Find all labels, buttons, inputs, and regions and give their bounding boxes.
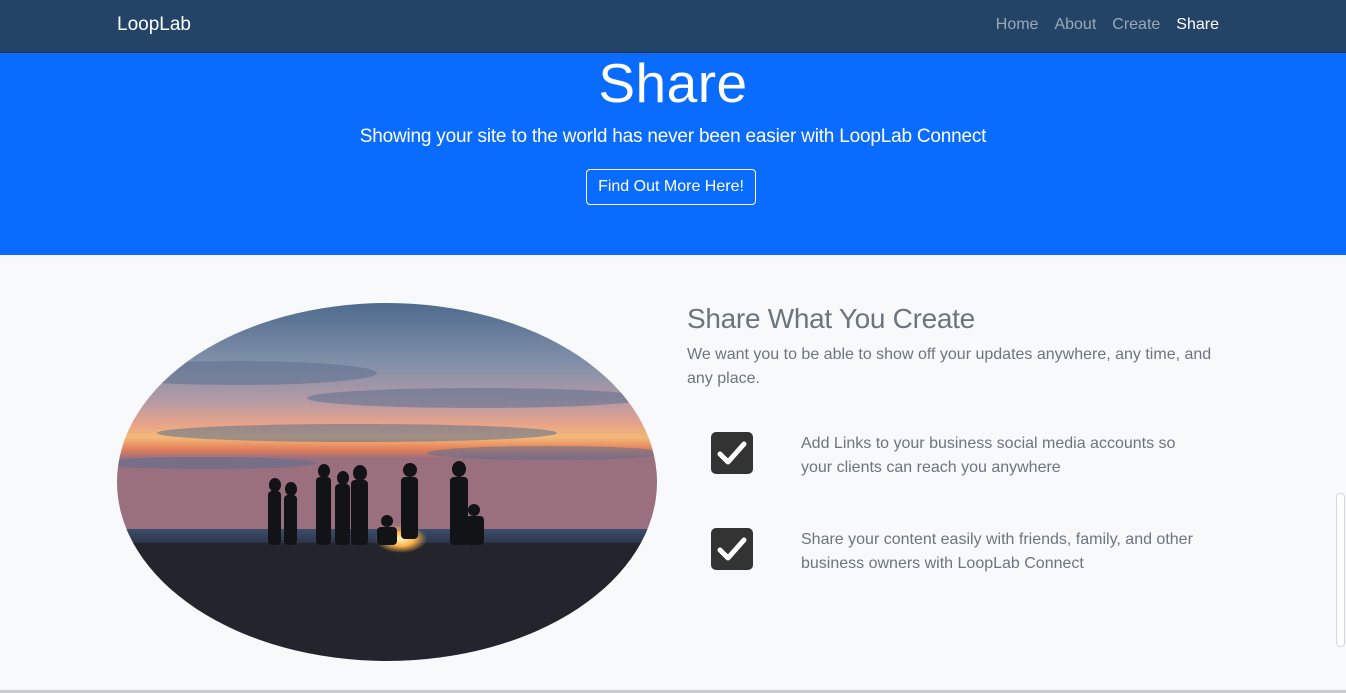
campfire-beach-photo [117,303,657,661]
hero-subtitle: Showing your site to the world has never… [359,126,987,147]
feature-text: Add Links to your business social media … [801,435,1176,476]
checkbox-checked-icon [711,528,753,570]
hero-title: Share [598,52,748,114]
section-heading: Share What You Create [687,303,975,334]
share-section: Share What You Create We want you to be … [0,255,1346,691]
section-lead: We want you to be able to show off your … [687,346,1212,387]
find-out-more-button[interactable]: Find Out More Here! [586,169,756,205]
nav-link-home[interactable]: Home [996,16,1039,34]
nav-links: Home About Create Share [996,16,1219,34]
hero-banner: Share Showing your site to the world has… [0,52,1346,255]
share-text-column: Share What You Create We want you to be … [687,303,1227,572]
checkbox-checked-icon [711,432,753,474]
top-navbar: LoopLab Home About Create Share [0,0,1346,53]
brand-link[interactable]: LoopLab [117,14,191,36]
nav-link-create[interactable]: Create [1112,16,1160,34]
nav-link-about[interactable]: About [1054,16,1096,34]
scrollbar-thumb[interactable] [1336,493,1345,647]
feature-text: Share your content easily with friends, … [801,531,1193,572]
nav-link-share[interactable]: Share [1176,16,1219,34]
